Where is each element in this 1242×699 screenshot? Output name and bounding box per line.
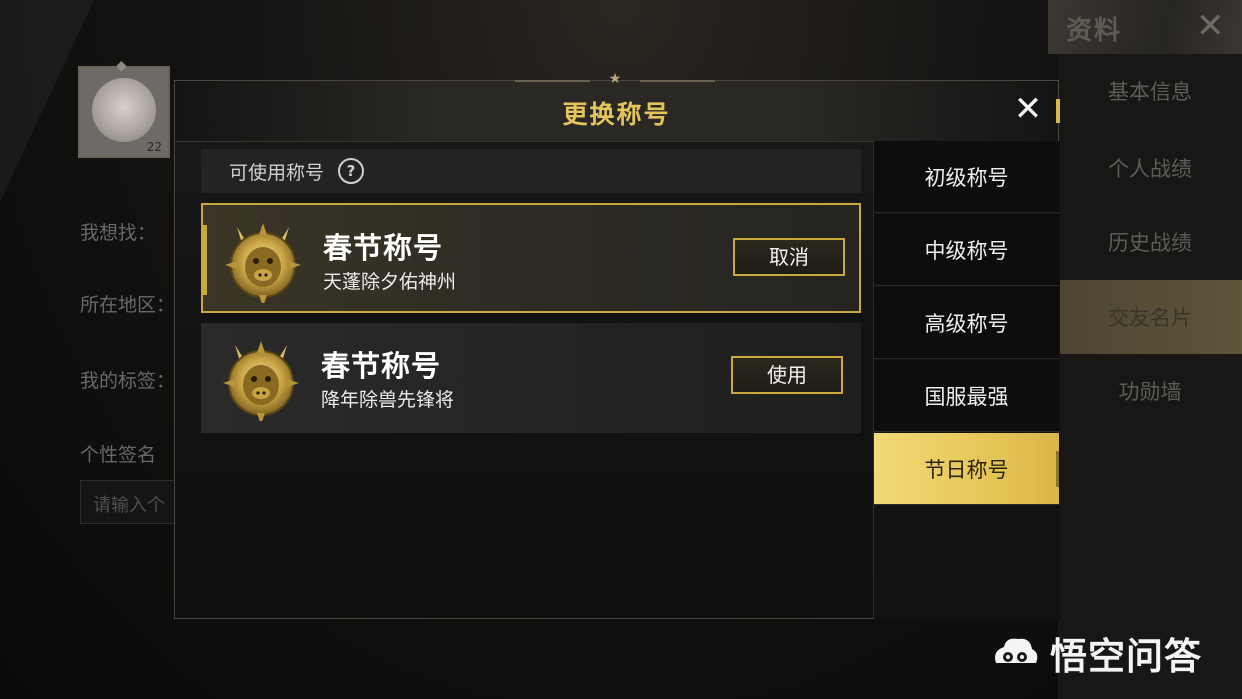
profile-close-icon[interactable]: ✕: [1196, 6, 1225, 46]
side-item-basic-info[interactable]: 基本信息: [1058, 54, 1242, 128]
change-title-dialog: ★ 更换称号 ✕ 可使用称号 ? 春节称号 天蓬除夕佑神州 取消 春节称号 降年…: [174, 71, 1060, 619]
list-header-label: 可使用称号: [229, 161, 325, 184]
selected-indicator: [203, 225, 207, 295]
side-item-medal-wall[interactable]: 功勋墙: [1058, 354, 1242, 428]
category-tab-senior[interactable]: 高级称号: [874, 287, 1059, 359]
avatar-level: 22: [146, 140, 162, 154]
watermark: 悟空问答: [990, 628, 1202, 678]
close-icon[interactable]: ✕: [1010, 91, 1046, 127]
close-accent: [1056, 99, 1060, 123]
title-name: 春节称号: [323, 231, 444, 265]
header-ornament-icon: ★: [515, 71, 715, 91]
category-tab-intermediate[interactable]: 中级称号: [874, 214, 1059, 286]
dialog-title: 更换称号: [562, 100, 671, 129]
wukong-logo-icon: [995, 638, 1038, 663]
category-tab-festival-label: 节日称号: [924, 457, 1009, 482]
watermark-text: 悟空问答: [1050, 635, 1202, 678]
title-name: 春节称号: [321, 349, 442, 383]
category-tab-festival[interactable]: 节日称号: [874, 433, 1059, 505]
help-icon[interactable]: ?: [338, 158, 365, 184]
title-row[interactable]: 春节称号 降年除兽先锋将 使用: [201, 323, 861, 433]
label-tags: 我的标签：: [80, 370, 176, 392]
avatar[interactable]: 22: [78, 66, 170, 158]
label-signature: 个性签名: [80, 444, 157, 466]
side-item-personal-record[interactable]: 个人战绩: [1058, 131, 1242, 205]
avatar-crest-icon: ◆: [116, 58, 127, 74]
label-region: 所在地区：: [80, 294, 176, 316]
label-looking-for: 我想找：: [80, 222, 157, 244]
avatar-image: [92, 78, 156, 142]
category-tab-server-best[interactable]: 国服最强: [874, 360, 1059, 432]
boar-badge-icon: [223, 341, 299, 421]
title-row[interactable]: 春节称号 天蓬除夕佑神州 取消: [201, 203, 861, 313]
category-tab-junior[interactable]: 初级称号: [874, 141, 1059, 213]
title-category-list: 初级称号 中级称号 高级称号 国服最强 节日称号: [873, 141, 1060, 619]
use-title-button[interactable]: 使用: [731, 356, 843, 394]
active-tab-edge: [1056, 451, 1059, 487]
list-header: 可使用称号 ?: [201, 149, 861, 193]
dialog-header: ★ 更换称号 ✕: [175, 71, 1060, 142]
cancel-title-button[interactable]: 取消: [733, 238, 845, 276]
side-item-history-record[interactable]: 历史战绩: [1058, 205, 1242, 279]
title-subtitle: 天蓬除夕佑神州: [323, 271, 457, 293]
profile-panel-title: 资料: [1066, 16, 1123, 46]
side-item-social-card[interactable]: 交友名片: [1058, 280, 1242, 354]
boar-badge-icon: [225, 223, 301, 303]
title-subtitle: 降年除兽先锋将: [321, 389, 455, 411]
title-list: 可使用称号 ? 春节称号 天蓬除夕佑神州 取消 春节称号 降年除兽先锋将 使用: [201, 149, 861, 433]
